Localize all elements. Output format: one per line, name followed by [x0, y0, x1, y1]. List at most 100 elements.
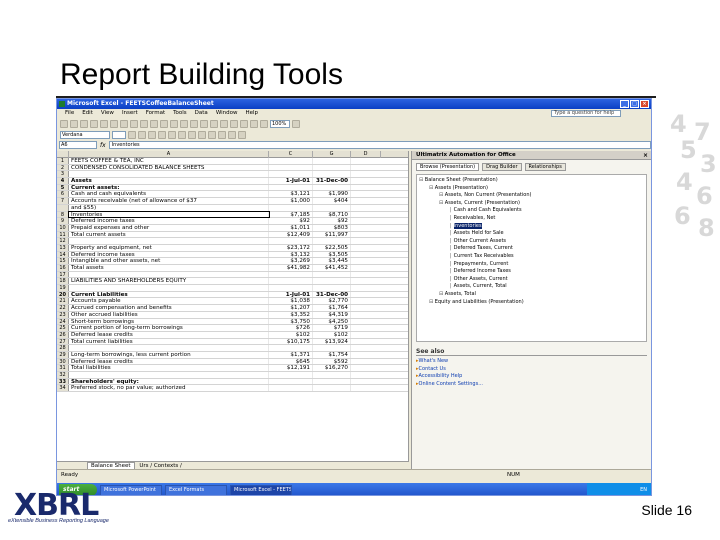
- row-number[interactable]: 34: [57, 385, 69, 392]
- row-number[interactable]: [57, 204, 69, 211]
- table-row[interactable]: 14 Deferred income taxes $3,132 $3,505: [57, 251, 408, 259]
- table-row[interactable]: 7 Accounts receivable (net of allowance o…: [57, 198, 408, 205]
- column-header[interactable]: D: [351, 151, 381, 158]
- table-row[interactable]: 24 Short-term borrowings $3,750 $4,250: [57, 318, 408, 326]
- name-box[interactable]: A6: [59, 141, 97, 149]
- menu-item-file[interactable]: File: [65, 109, 74, 118]
- cell-label[interactable]: CONDENSED CONSOLIDATED BALANCE SHEETS: [69, 164, 269, 171]
- table-row[interactable]: 1 FEETS COFFEE & TEA, INC: [57, 158, 408, 165]
- open-button[interactable]: [70, 119, 78, 128]
- cell-value-jul[interactable]: $726: [269, 325, 313, 331]
- cell-label[interactable]: Property and equipment, net: [69, 244, 269, 251]
- cell-label[interactable]: Deferred lease credits: [69, 358, 269, 365]
- cell-label[interactable]: Other accrued liabilities: [69, 311, 269, 318]
- cell-label[interactable]: [69, 372, 269, 378]
- table-row[interactable]: 21 Accounts payable $1,038 $2,770: [57, 298, 408, 306]
- table-row[interactable]: 3: [57, 171, 408, 179]
- table-row[interactable]: 12: [57, 238, 408, 245]
- cell-empty[interactable]: [351, 232, 381, 238]
- cell-empty[interactable]: [351, 245, 381, 251]
- cell-label[interactable]: Total current liabilities: [69, 338, 269, 345]
- table-row[interactable]: 23 Other accrued liabilities $3,352 $4,319: [57, 311, 408, 319]
- menu-item-insert[interactable]: Insert: [122, 109, 138, 118]
- align-right-button[interactable]: [178, 130, 186, 139]
- formula-input[interactable]: Inventories: [108, 141, 651, 149]
- task-pane-tab[interactable]: Browse (Presentation): [416, 163, 480, 171]
- cell-value-dec[interactable]: $719: [313, 325, 351, 331]
- cell-value-jul[interactable]: $1,207: [269, 305, 313, 311]
- row-number[interactable]: 3: [57, 171, 69, 178]
- taxonomy-tree[interactable]: ⊟ Balance Sheet (Presentation) ⊟ Assets (…: [416, 174, 647, 342]
- see-also-link[interactable]: What's New: [416, 358, 647, 366]
- cell-empty[interactable]: [351, 385, 381, 391]
- taskbar-item[interactable]: Excel Formats: [165, 484, 227, 495]
- table-row[interactable]: 27 Total current liabilities $10,175 $13,92…: [57, 338, 408, 346]
- chart-wizard-button[interactable]: [250, 119, 258, 128]
- tree-node[interactable]: │ Other Assets, Current: [419, 276, 644, 284]
- cell-value-dec[interactable]: $592: [313, 358, 351, 365]
- table-row[interactable]: 16 Total assets $41,982 $41,452: [57, 265, 408, 272]
- cell-value-jul[interactable]: $1,371: [269, 351, 313, 358]
- tree-node[interactable]: │ Receivables, Net: [419, 215, 644, 223]
- cell-empty[interactable]: [351, 265, 381, 271]
- table-row[interactable]: 4 Assets 1-Jul-01 31-Dec-00: [57, 178, 408, 185]
- cell-value-dec[interactable]: $4,319: [313, 311, 351, 318]
- cell-value-jul[interactable]: $3,269: [269, 258, 313, 264]
- cell-value-dec[interactable]: [313, 278, 351, 285]
- cell-value-dec[interactable]: [313, 378, 351, 385]
- cell-label[interactable]: Assets: [69, 178, 269, 184]
- tree-node[interactable]: │ Inventories: [419, 222, 644, 231]
- row-number[interactable]: 21: [57, 298, 69, 305]
- cell-label[interactable]: Prepaid expenses and other: [69, 224, 269, 231]
- table-row[interactable]: 30 Deferred lease credits $645 $592: [57, 358, 408, 366]
- tree-node[interactable]: ⊟ Assets, Total: [419, 291, 644, 299]
- cell-empty[interactable]: [351, 171, 381, 177]
- table-row[interactable]: 22 Accrued compensation and benefits $1,20…: [57, 305, 408, 312]
- autosum-button[interactable]: [220, 119, 228, 128]
- cell-value-jul[interactable]: [269, 345, 313, 351]
- cell-value-jul[interactable]: $23,172: [269, 244, 313, 251]
- cell-value-jul[interactable]: $10,175: [269, 338, 313, 345]
- cell-value-dec[interactable]: $2,770: [313, 298, 351, 305]
- cell-empty[interactable]: [351, 178, 381, 184]
- row-number[interactable]: 9: [57, 218, 69, 224]
- cell-empty[interactable]: [351, 252, 381, 258]
- cell-value-jul[interactable]: [269, 238, 313, 244]
- cell-value-jul[interactable]: [269, 158, 313, 164]
- cell-empty[interactable]: [351, 225, 381, 231]
- cell-empty[interactable]: [351, 185, 381, 191]
- cell-value-jul[interactable]: $12,191: [269, 365, 313, 371]
- column-header[interactable]: A: [69, 151, 269, 158]
- cell-value-jul[interactable]: $1,000: [269, 198, 313, 204]
- permission-button[interactable]: [90, 119, 98, 128]
- see-also-link[interactable]: Accessibility Help: [416, 373, 647, 381]
- cell-value-dec[interactable]: $102: [313, 331, 351, 338]
- cell-label[interactable]: [69, 171, 269, 178]
- menu-item-format[interactable]: Format: [146, 109, 165, 118]
- cell-label[interactable]: Current assets:: [69, 184, 269, 191]
- close-icon[interactable]: ×: [640, 100, 649, 108]
- cell-value-jul[interactable]: $1,038: [269, 298, 313, 305]
- row-number[interactable]: 31: [57, 365, 69, 371]
- row-number[interactable]: 18: [57, 278, 69, 285]
- table-row[interactable]: 13 Property and equipment, net $23,172 $22,…: [57, 244, 408, 252]
- cell-empty[interactable]: [351, 379, 381, 385]
- cell-value-jul[interactable]: $645: [269, 358, 313, 365]
- table-row[interactable]: 10 Prepaid expenses and other $1,011 $803: [57, 224, 408, 232]
- hyperlink-button[interactable]: [210, 119, 218, 128]
- cell-value-jul[interactable]: [269, 171, 313, 178]
- table-row[interactable]: 33 Shareholders' equity:: [57, 378, 408, 386]
- align-center-button[interactable]: [168, 130, 176, 139]
- cell-label[interactable]: Long-term borrowings, less current porti…: [69, 351, 269, 358]
- cell-value-jul[interactable]: [269, 385, 313, 392]
- row-number[interactable]: 7: [57, 198, 69, 204]
- new-button[interactable]: [60, 119, 68, 128]
- cell-value-jul[interactable]: $7,185: [269, 211, 313, 218]
- cell-value-dec[interactable]: $92: [313, 218, 351, 224]
- cell-empty[interactable]: [351, 372, 381, 378]
- cell-label[interactable]: Deferred income taxes: [69, 218, 269, 224]
- cell-value-dec[interactable]: $1,764: [313, 305, 351, 311]
- cell-value-jul[interactable]: 1-Jul-01: [269, 291, 313, 298]
- cell-value-dec[interactable]: $1,990: [313, 191, 351, 198]
- row-number[interactable]: 24: [57, 318, 69, 325]
